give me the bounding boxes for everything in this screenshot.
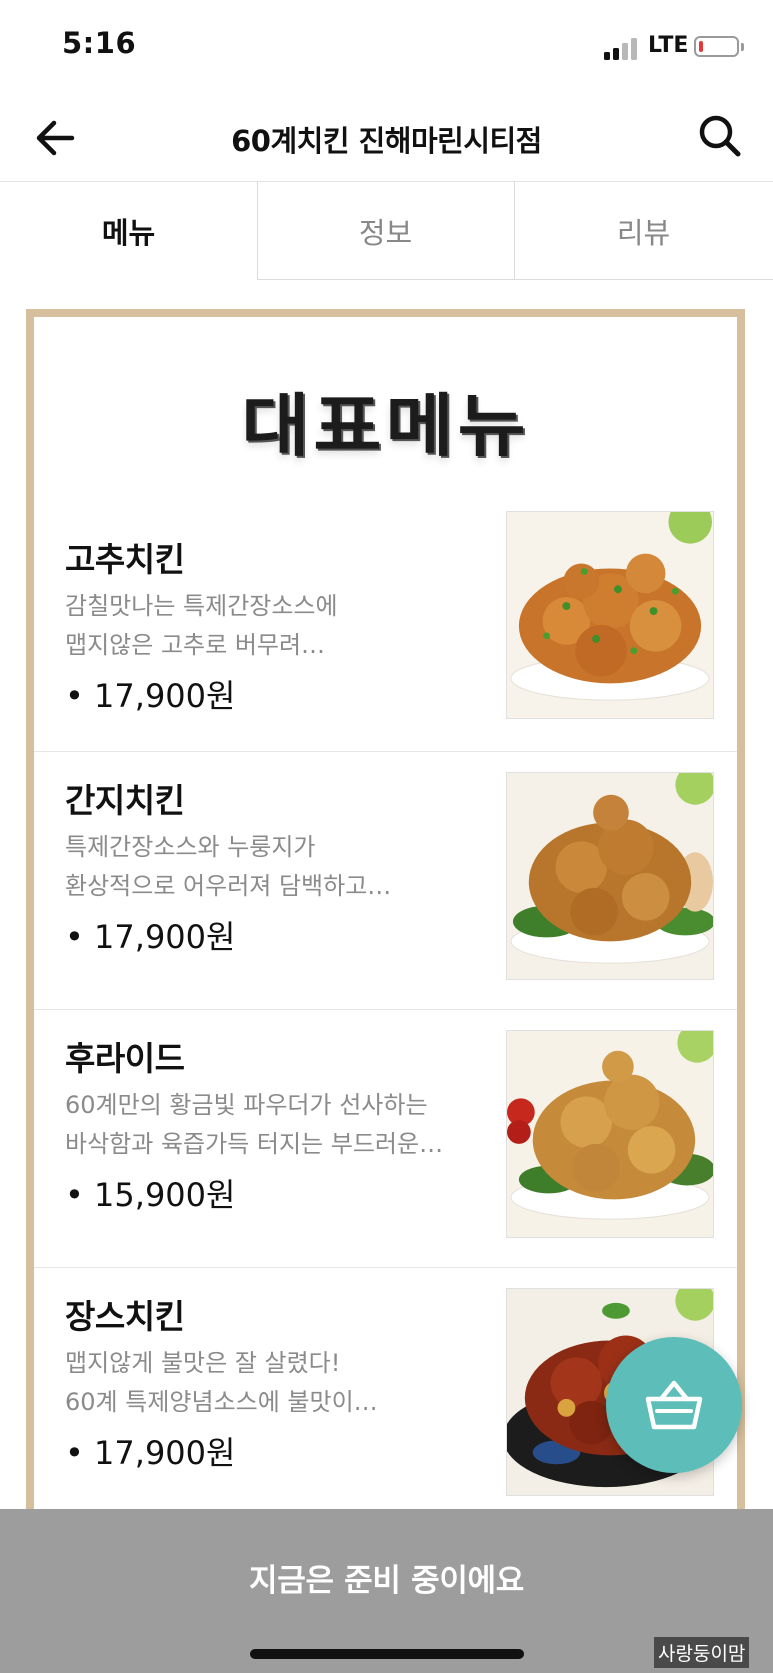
- description-line: 60계 특제양념소스에 불맛이…: [65, 1388, 378, 1416]
- network-type: LTE: [648, 33, 689, 58]
- home-indicator[interactable]: [250, 1649, 524, 1659]
- tab-reviews[interactable]: 리뷰: [514, 182, 773, 280]
- menu-item-name: 간지치킨: [65, 781, 185, 820]
- description-line: 감칠맛나는 특제간장소스에: [65, 592, 338, 620]
- menu-item-description: 맵지않게 불맛은 잘 살렸다! 60계 특제양념소스에 불맛이…: [65, 1344, 475, 1422]
- page-title: 60계치킨 진해마린시티점: [231, 124, 542, 158]
- shopping-basket-icon: [645, 1380, 703, 1430]
- menu-item-description: 60계만의 황금빛 파우더가 선사하는 바삭함과 육즙가득 터지는 부드러운…: [65, 1086, 475, 1164]
- menu-item-name: 후라이드: [65, 1039, 185, 1078]
- menu-item-price: • 17,900원: [65, 1434, 236, 1472]
- back-button[interactable]: [30, 112, 82, 164]
- cart-button[interactable]: [606, 1337, 742, 1473]
- signature-menu-board: 대표메뉴 고추치킨 감칠맛나는 특제간장소스에 맵지않은 고추로 버무려… • …: [26, 309, 745, 1509]
- description-line: 바삭함과 육즙가득 터지는 부드러운…: [65, 1130, 444, 1158]
- status-time: 5:16: [62, 26, 137, 60]
- menu-item-gochu-chicken[interactable]: 고추치킨 감칠맛나는 특제간장소스에 맵지않은 고추로 버무려… • 17,90…: [34, 511, 737, 769]
- menu-item-name: 장스치킨: [65, 1297, 185, 1336]
- fried-chicken-photo: [506, 1030, 714, 1238]
- description-line: 60계만의 황금빛 파우더가 선사하는: [65, 1091, 428, 1119]
- description-line: 맵지않게 불맛은 잘 살렸다!: [65, 1349, 341, 1377]
- menu-item-description: 특제간장소스와 누룽지가 환상적으로 어우러져 담백하고…: [65, 828, 475, 906]
- magnifier-icon: [699, 115, 741, 157]
- menu-item-name: 고추치킨: [65, 540, 185, 579]
- tab-menu[interactable]: 메뉴: [0, 182, 258, 280]
- description-line: 맵지않은 고추로 버무려…: [65, 631, 326, 659]
- search-button[interactable]: [694, 110, 746, 162]
- order-status-bar: 지금은 준비 중이에요 사랑둥이맘: [0, 1509, 773, 1673]
- preparing-status-label: 지금은 준비 중이에요: [249, 1563, 524, 1599]
- soy-chicken-photo: [506, 772, 714, 980]
- menu-item-fried-chicken[interactable]: 후라이드 60계만의 황금빛 파우더가 선사하는 바삭함과 육즙가득 터지는 부…: [34, 1009, 737, 1267]
- description-line: 특제간장소스와 누룽지가: [65, 833, 316, 861]
- tab-info[interactable]: 정보: [257, 182, 515, 280]
- menu-item-price: • 15,900원: [65, 1176, 236, 1214]
- battery-level: [699, 41, 703, 52]
- signal-strength-icon: [604, 36, 642, 60]
- tab-bar: 메뉴 정보 리뷰: [0, 182, 773, 280]
- spicy-chicken-photo: [506, 511, 714, 719]
- arrow-left-icon: [36, 120, 75, 156]
- menu-item-price: • 17,900원: [65, 918, 236, 956]
- menu-item-price: • 17,900원: [65, 677, 236, 715]
- menu-item-description: 감칠맛나는 특제간장소스에 맵지않은 고추로 버무려…: [65, 587, 475, 665]
- watermark: 사랑둥이맘: [654, 1637, 750, 1668]
- description-line: 환상적으로 어우러져 담백하고…: [65, 872, 392, 900]
- battery-icon: [694, 36, 739, 57]
- menu-item-ganji-chicken[interactable]: 간지치킨 특제간장소스와 누룽지가 환상적으로 어우러져 담백하고… • 17,…: [34, 751, 737, 1009]
- board-title: 대표메뉴: [241, 386, 530, 467]
- status-bar: 5:16 LTE: [0, 0, 773, 96]
- app-header: 60계치킨 진해마린시티점: [0, 96, 773, 182]
- battery-tip: [741, 43, 744, 51]
